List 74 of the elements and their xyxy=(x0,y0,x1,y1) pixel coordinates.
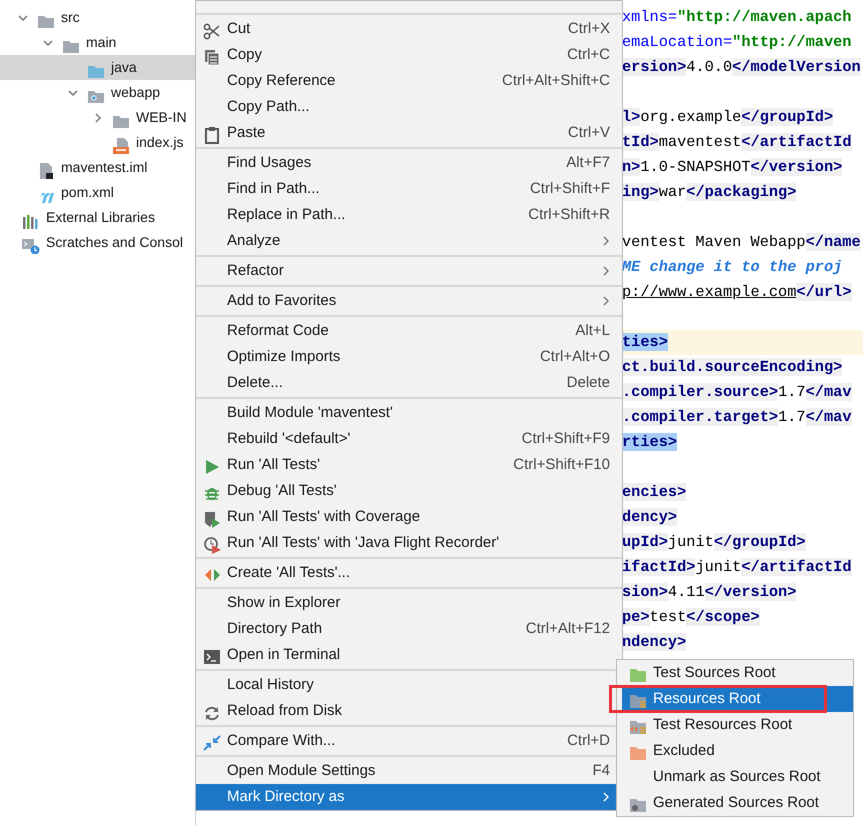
code-line: ersion>4.0.0</modelVersion xyxy=(622,57,861,78)
tree-item[interactable]: External Libraries xyxy=(0,205,195,230)
code-line: ME change it to the proj xyxy=(622,257,842,278)
menu-item[interactable]: Debug 'All Tests' xyxy=(196,478,622,504)
menu-item[interactable]: Refactor xyxy=(196,258,622,284)
code-line: upId>junit</groupId> xyxy=(622,532,806,553)
menu-item[interactable]: Add to Favorites xyxy=(196,288,622,314)
menu-item[interactable]: Test Sources Root xyxy=(622,660,853,686)
menu-item[interactable]: Find Usages Alt+F7 xyxy=(196,150,622,176)
menu-item[interactable]: Directory Path Ctrl+Alt+F12 xyxy=(196,616,622,642)
clipboard-icon xyxy=(202,126,222,144)
menu-item[interactable]: Copy Path... xyxy=(196,94,622,120)
tree-item[interactable]: webapp xyxy=(0,80,195,105)
code-line: .compiler.source>1.7</mav xyxy=(622,382,852,403)
menu-item[interactable]: Run 'All Tests' Ctrl+Shift+F10 xyxy=(196,452,622,478)
code-line: ventest Maven Webapp</name xyxy=(622,232,861,253)
libraries-icon xyxy=(22,212,40,229)
menu-item[interactable]: Compare With... Ctrl+D xyxy=(196,728,622,754)
menu-item[interactable]: Replace in Path... Ctrl+Shift+R xyxy=(196,202,622,228)
menu-item[interactable]: Find in Path... Ctrl+Shift+F xyxy=(196,176,622,202)
menu-item[interactable]: Copy Reference Ctrl+Alt+Shift+C xyxy=(196,68,622,94)
terminal-icon xyxy=(202,648,222,666)
code-line: n>1.0-SNAPSHOT</version> xyxy=(622,157,842,178)
tree-item[interactable]: index.js xyxy=(0,130,195,155)
tree-item[interactable]: java xyxy=(0,55,195,80)
menu-item[interactable]: Test Resources Root xyxy=(622,712,853,738)
code-line: pe>test</scope> xyxy=(622,607,760,628)
code-line: l>org.example</groupId> xyxy=(622,107,834,128)
test-resources-folder-icon xyxy=(628,718,648,736)
menu-item[interactable]: Show in Explorer xyxy=(196,590,622,616)
menu-item[interactable]: Optimize Imports Ctrl+Alt+O xyxy=(196,344,622,370)
jsp-file-icon xyxy=(112,138,130,154)
code-line: .compiler.target>1.7</mav xyxy=(622,407,852,428)
menu-item[interactable]: Run 'All Tests' with 'Java Flight Recorder' xyxy=(196,530,622,556)
menu-item[interactable]: Run 'All Tests' with Coverage xyxy=(196,504,622,530)
code-line: sion>4.11</version> xyxy=(622,582,796,603)
tree-item[interactable]: WEB-IN xyxy=(0,105,195,130)
code-line: ifactId>junit</artifactId xyxy=(622,557,852,578)
tree-item[interactable]: pom.xml xyxy=(0,180,195,205)
module-file-icon xyxy=(37,162,55,179)
code-line: emaLocation="http://maven xyxy=(622,32,852,53)
menu-item[interactable]: Paste Ctrl+V xyxy=(196,120,622,146)
generated-folder-icon xyxy=(628,796,648,814)
menu-item[interactable]: Analyze xyxy=(196,228,622,254)
menu-item[interactable]: Cut Ctrl+X xyxy=(196,16,622,42)
menu-item[interactable]: Copy Ctrl+C xyxy=(196,42,622,68)
compare-icon xyxy=(202,734,222,752)
profiler-icon xyxy=(202,536,222,554)
scratches-icon xyxy=(22,238,40,254)
code-line: ing>war</packaging> xyxy=(622,182,796,203)
menu-item[interactable]: Open Module Settings F4 xyxy=(196,758,622,784)
menu-item[interactable]: Excluded xyxy=(622,738,853,764)
tree-item[interactable]: src xyxy=(0,5,195,30)
menu-item[interactable]: Delete... Delete xyxy=(196,370,622,396)
tree-item[interactable]: Scratches and Consol xyxy=(0,230,195,255)
menu-item[interactable]: Create 'All Tests'... xyxy=(196,560,622,586)
menu-item[interactable]: Generated Sources Root xyxy=(622,790,853,816)
code-line: tId>maventest</artifactId xyxy=(622,132,852,153)
resources-folder-icon xyxy=(628,692,648,710)
tree-item[interactable]: main xyxy=(0,30,195,55)
menu-item[interactable]: Build Module 'maventest' xyxy=(196,400,622,426)
menu-item[interactable]: Rebuild '<default>' Ctrl+Shift+F9 xyxy=(196,426,622,452)
code-line: p://www.example.com</url> xyxy=(622,282,852,303)
code-line: xmlns="http://maven.apach xyxy=(622,7,852,28)
reload-icon xyxy=(202,704,222,722)
menu-item[interactable]: Reformat Code Alt+L xyxy=(196,318,622,344)
menu-item[interactable]: Unmark as Sources Root xyxy=(622,764,853,790)
menu-item[interactable]: Reload from Disk xyxy=(196,698,622,724)
coverage-icon xyxy=(202,510,222,528)
folder-icon xyxy=(628,744,648,762)
tree-item[interactable]: maventest.iml xyxy=(0,155,195,180)
menu-item[interactable]: Local History xyxy=(196,672,622,698)
menu-item[interactable]: Open in Terminal xyxy=(196,642,622,668)
scissors-icon xyxy=(202,22,222,40)
